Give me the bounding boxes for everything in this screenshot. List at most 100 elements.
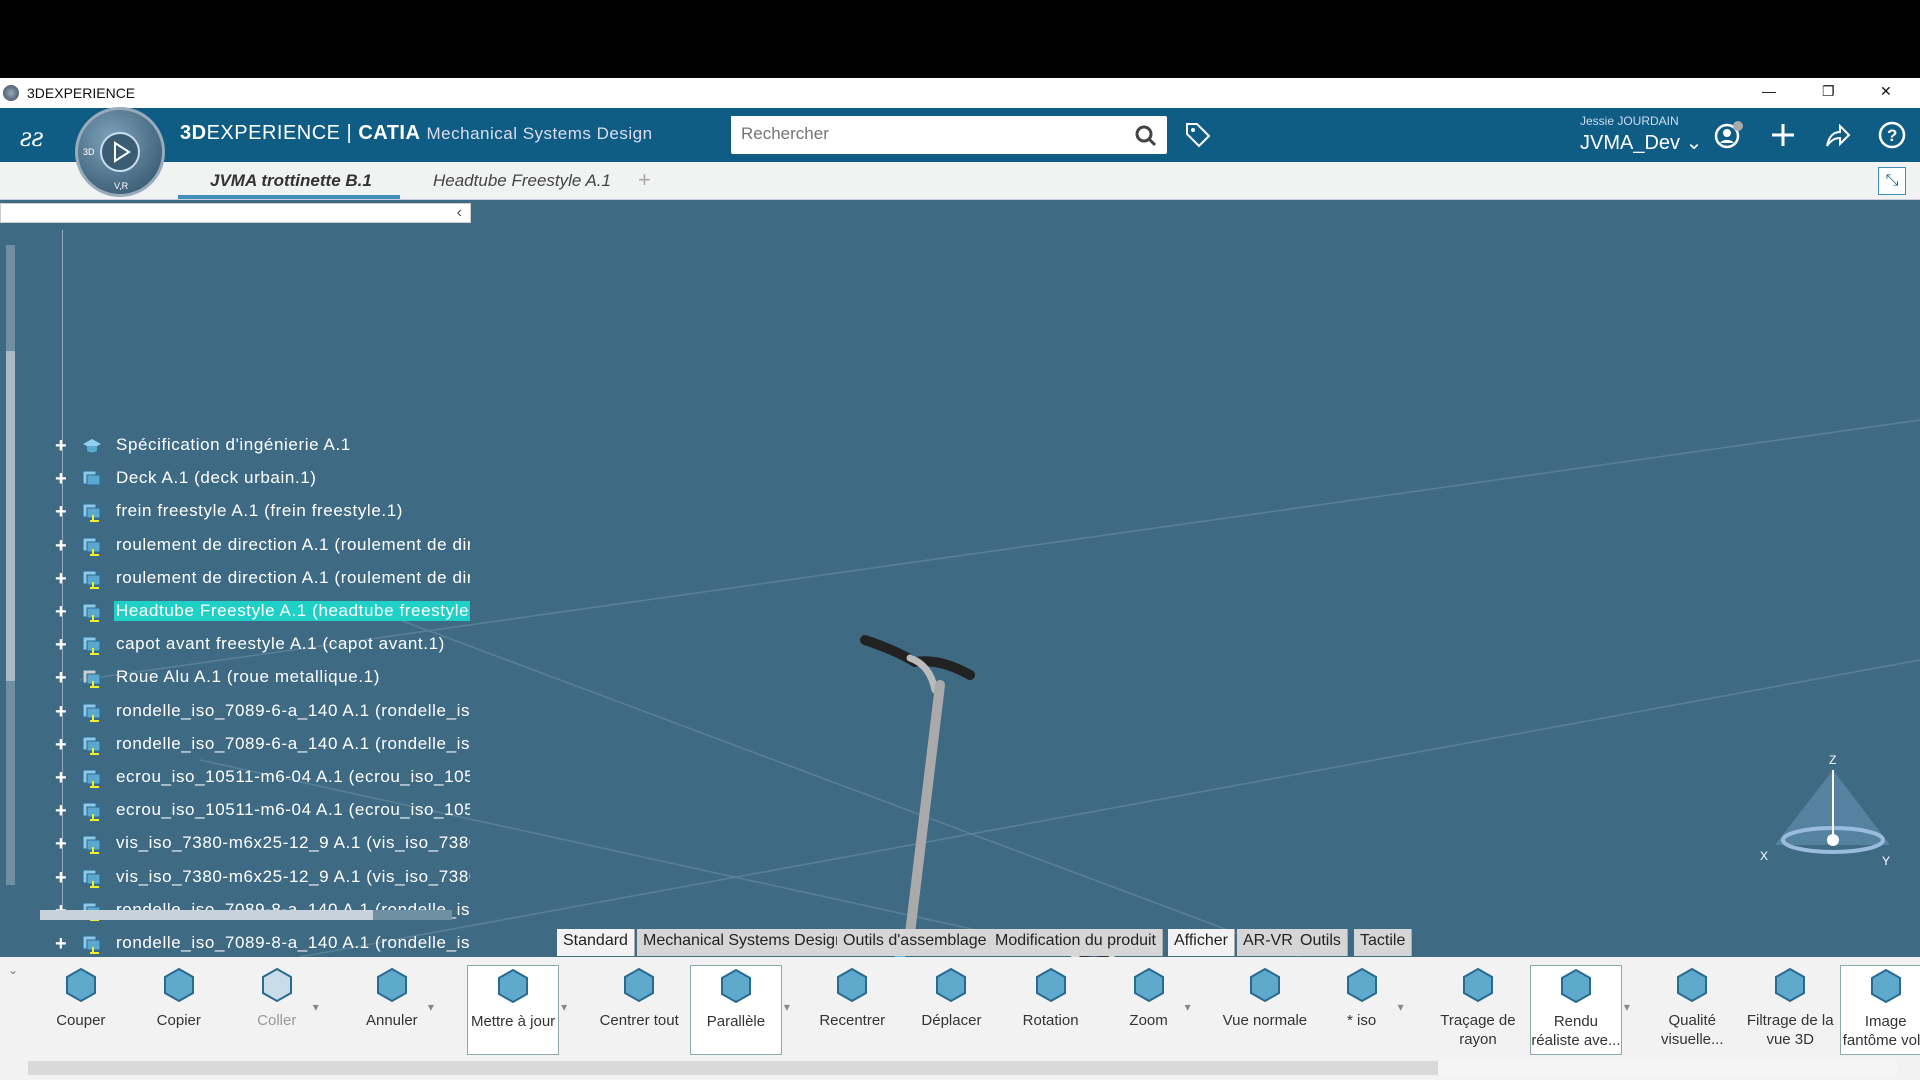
search-input[interactable] <box>731 116 1111 152</box>
ribbon-tab[interactable]: Tactile <box>1354 929 1413 956</box>
plus-icon[interactable] <box>1768 120 1798 150</box>
tree-item[interactable]: + ecrou_iso_10511-m6-04 A.1 (ecrou_iso_10… <box>0 764 470 794</box>
toolbar-button[interactable]: Parallèle <box>689 965 782 1055</box>
ribbon-tab[interactable]: Modification du produit <box>989 929 1163 956</box>
tree-horizontal-scrollbar[interactable] <box>40 910 452 920</box>
tree-item[interactable]: + vis_iso_7380-m6x25-12_9 A.1 (vis_iso_73… <box>0 830 470 860</box>
tree-item[interactable]: + frein freestyle A.1 (frein freestyle.1) <box>0 498 470 528</box>
expand-icon[interactable]: + <box>55 868 71 888</box>
restore-button[interactable]: ❐ <box>1822 83 1835 100</box>
compass-widget[interactable]: 3D V,R <box>75 107 165 197</box>
expand-icon[interactable]: + <box>55 469 71 489</box>
play-icon[interactable] <box>100 132 140 172</box>
iso-view-icon <box>1346 967 1377 1003</box>
expand-icon[interactable]: + <box>55 735 71 755</box>
expand-icon[interactable]: + <box>55 602 71 622</box>
dropdown-arrow-icon[interactable]: ▾ <box>784 1000 790 1014</box>
search-box[interactable] <box>731 116 1167 154</box>
dropdown-arrow-icon[interactable]: ▾ <box>1624 1000 1630 1014</box>
toolbar-button[interactable]: Copier <box>133 965 225 1055</box>
dropdown-arrow-icon[interactable]: ▾ <box>313 1000 319 1014</box>
toolbar-button[interactable]: Recentrer <box>806 965 898 1055</box>
toolbar-button[interactable]: Coller <box>231 965 323 1055</box>
dropdown-arrow-icon[interactable]: ▾ <box>1185 1000 1191 1014</box>
toolbar-scrollbar[interactable] <box>28 1061 1898 1075</box>
expand-icon[interactable]: + <box>55 536 71 556</box>
top-bar: ƨƨ 3DEXPERIENCE | CATIA Mechanical Syste… <box>0 108 1920 162</box>
toolbar-button-label: Rotation <box>1022 1012 1079 1029</box>
toolbar-button[interactable]: Image fantôme vola <box>1839 965 1920 1055</box>
expand-icon[interactable]: + <box>55 768 71 788</box>
toolbar-button-label: * iso <box>1347 1012 1377 1029</box>
scrollbar-thumb[interactable] <box>40 910 373 920</box>
expand-icon[interactable]: + <box>55 801 71 821</box>
ray-tracing-icon <box>1462 967 1493 1003</box>
tree-item[interactable]: + capot avant freestyle A.1 (capot avant.… <box>0 631 470 661</box>
scrollbar-thumb[interactable] <box>28 1061 1438 1075</box>
toolbar-button[interactable]: * iso <box>1316 965 1408 1055</box>
help-icon[interactable]: ? <box>1877 120 1907 150</box>
toolbar-button[interactable]: Mettre à jour <box>467 965 560 1055</box>
tree-item[interactable]: + Headtube Freestyle A.1 (headtube freest… <box>0 598 470 628</box>
dropdown-arrow-icon[interactable]: ▾ <box>561 1000 567 1014</box>
toolbar-button[interactable]: Vue normale <box>1219 965 1311 1055</box>
minimize-button[interactable]: — <box>1762 83 1776 99</box>
collapse-toolbar-icon[interactable]: ⌄ <box>8 963 18 977</box>
3d-viewport[interactable]: ‹ + Spécification d'ingénierie A.1 + Deck A… <box>0 200 1920 957</box>
scooter-model[interactable] <box>850 620 1130 957</box>
add-tab-button[interactable]: + <box>638 167 651 193</box>
toolbar-button[interactable]: Couper <box>35 965 127 1055</box>
expand-icon[interactable]: + <box>55 834 71 854</box>
expand-icon[interactable]: + <box>55 635 71 655</box>
update-icon <box>498 968 529 1004</box>
expand-icon[interactable]: + <box>55 436 71 456</box>
expand-icon[interactable]: + <box>55 502 71 522</box>
dropdown-arrow-icon[interactable]: ▾ <box>428 1000 434 1014</box>
ribbon-tab[interactable]: Mechanical Systems Design <box>637 929 851 956</box>
dropdown-arrow-icon[interactable]: ▾ <box>1398 1000 1404 1014</box>
expand-icon[interactable]: + <box>55 668 71 688</box>
toolbar-button[interactable]: Zoom <box>1103 965 1195 1055</box>
paste-icon <box>261 967 292 1003</box>
tree-item-label: vis_iso_7380-m6x25-12_9 A.1 (vis_iso_738… <box>116 866 470 886</box>
toolbar-button[interactable]: Rotation <box>1005 965 1097 1055</box>
close-button[interactable]: ✕ <box>1880 83 1892 100</box>
tab-jvma-trottinette[interactable]: JVMA trottinette B.1 <box>210 171 372 191</box>
tree-item[interactable]: + rondelle_iso_7089-6-a_140 A.1 (rondelle… <box>0 731 470 761</box>
tag-icon[interactable] <box>1183 120 1213 150</box>
toolbar-button[interactable]: Déplacer <box>905 965 997 1055</box>
expand-icon[interactable]: + <box>55 702 71 722</box>
compass-triad[interactable]: Z X Y <box>1755 750 1905 870</box>
tree-item[interactable]: + rondelle_iso_7089-6-a_140 A.1 (rondelle… <box>0 698 470 728</box>
tree-item[interactable]: + roulement de direction A.1 (roulement d… <box>0 565 470 595</box>
tab-headtube-freestyle[interactable]: Headtube Freestyle A.1 <box>433 171 611 191</box>
toolbar-button[interactable]: Traçage de rayon <box>1432 965 1524 1055</box>
collapse-tree-button[interactable]: ‹ <box>457 204 462 222</box>
tree-item[interactable]: + vis_iso_7380-m6x25-12_9 A.1 (vis_iso_73… <box>0 864 470 894</box>
tree-item[interactable]: + Spécification d'ingénierie A.1 <box>0 432 470 462</box>
tree-item[interactable]: + roulement de direction A.1 (roulement d… <box>0 532 470 562</box>
ribbon-tab[interactable]: AR-VR <box>1237 929 1300 956</box>
collab-space-dropdown[interactable]: JVMA_Dev ⌄ <box>1580 130 1702 155</box>
toolbar-button[interactable]: Centrer tout <box>593 965 685 1055</box>
expand-icon[interactable]: + <box>55 569 71 589</box>
toolbar-button[interactable]: Rendu réaliste ave... <box>1529 965 1622 1055</box>
minimize-view-button[interactable]: ⤡ <box>1878 167 1906 195</box>
tree-item[interactable]: + rondelle_iso_7089-8-a_140 A.1 (rondelle… <box>0 930 470 957</box>
ribbon-tab[interactable]: Outils d'assemblage <box>837 929 994 956</box>
profile-icon[interactable] <box>1713 120 1743 150</box>
active-tab-underline <box>178 195 400 199</box>
expand-icon[interactable]: + <box>55 934 71 954</box>
ds-logo-icon[interactable]: ƨƨ <box>18 118 58 154</box>
share-icon[interactable] <box>1822 120 1852 150</box>
tree-item[interactable]: + Roue Alu A.1 (roue metallique.1) <box>0 664 470 694</box>
toolbar-button[interactable]: Filtrage de la vue 3D <box>1744 965 1836 1055</box>
ribbon-tab[interactable]: Outils <box>1294 929 1348 956</box>
ribbon-tab[interactable]: Standard <box>557 929 635 956</box>
tree-item[interactable]: + ecrou_iso_10511-m6-04 A.1 (ecrou_iso_10… <box>0 797 470 827</box>
ribbon-tab[interactable]: Afficher <box>1168 929 1235 956</box>
search-icon[interactable] <box>1135 125 1157 147</box>
toolbar-button[interactable]: Annuler <box>346 965 438 1055</box>
toolbar-button[interactable]: Qualité visuelle... <box>1646 965 1738 1055</box>
tree-item[interactable]: + Deck A.1 (deck urbain.1) <box>0 465 470 495</box>
